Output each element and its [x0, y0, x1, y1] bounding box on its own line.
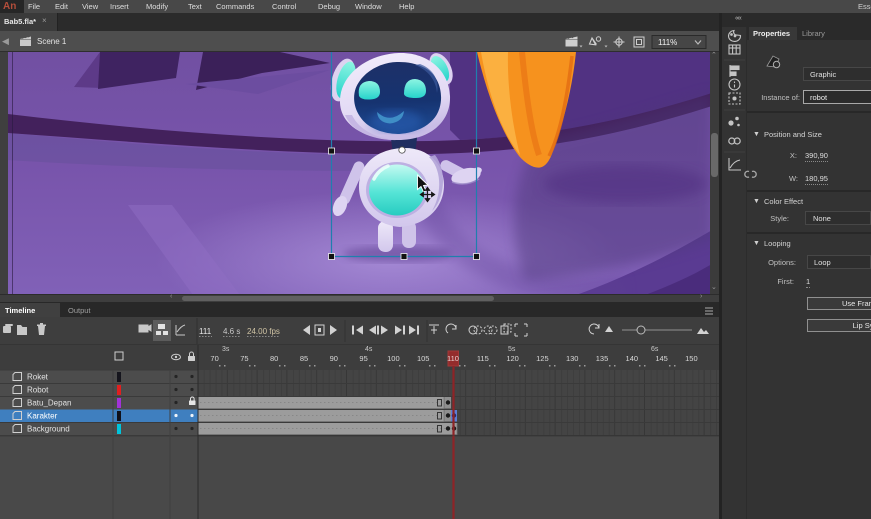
svg-text:Karakter: Karakter: [27, 412, 58, 421]
svg-text:130: 130: [566, 354, 579, 363]
svg-text:111: 111: [199, 327, 212, 336]
svg-text:145: 145: [655, 354, 668, 363]
svg-text:4s: 4s: [365, 346, 373, 353]
svg-text:24.00 fps: 24.00 fps: [247, 327, 280, 336]
svg-text:6s: 6s: [651, 346, 659, 353]
svg-text:120: 120: [506, 354, 519, 363]
svg-text:5s: 5s: [508, 346, 516, 353]
svg-text:135: 135: [596, 354, 609, 363]
svg-text:90: 90: [330, 354, 338, 363]
svg-text:75: 75: [240, 354, 248, 363]
svg-text:140: 140: [626, 354, 639, 363]
svg-text:Timeline: Timeline: [5, 306, 35, 315]
svg-text:Robot: Robot: [27, 386, 49, 395]
svg-text:100: 100: [387, 354, 400, 363]
svg-text:85: 85: [300, 354, 308, 363]
svg-text:115: 115: [477, 354, 489, 363]
svg-text:80: 80: [270, 354, 278, 363]
svg-text:125: 125: [536, 354, 549, 363]
svg-text:70: 70: [210, 354, 218, 363]
svg-text:95: 95: [359, 354, 367, 363]
svg-text:150: 150: [685, 354, 698, 363]
svg-text:111%: 111%: [658, 38, 677, 47]
svg-text:Batu_Depan: Batu_Depan: [27, 399, 71, 408]
svg-text:3s: 3s: [222, 346, 230, 353]
svg-text:110: 110: [447, 354, 459, 363]
svg-text:Roket: Roket: [27, 373, 49, 382]
svg-text:Background: Background: [27, 425, 70, 434]
svg-text:Output: Output: [68, 306, 91, 315]
svg-text:4.6 s: 4.6 s: [223, 327, 240, 336]
svg-text:105: 105: [417, 354, 430, 363]
